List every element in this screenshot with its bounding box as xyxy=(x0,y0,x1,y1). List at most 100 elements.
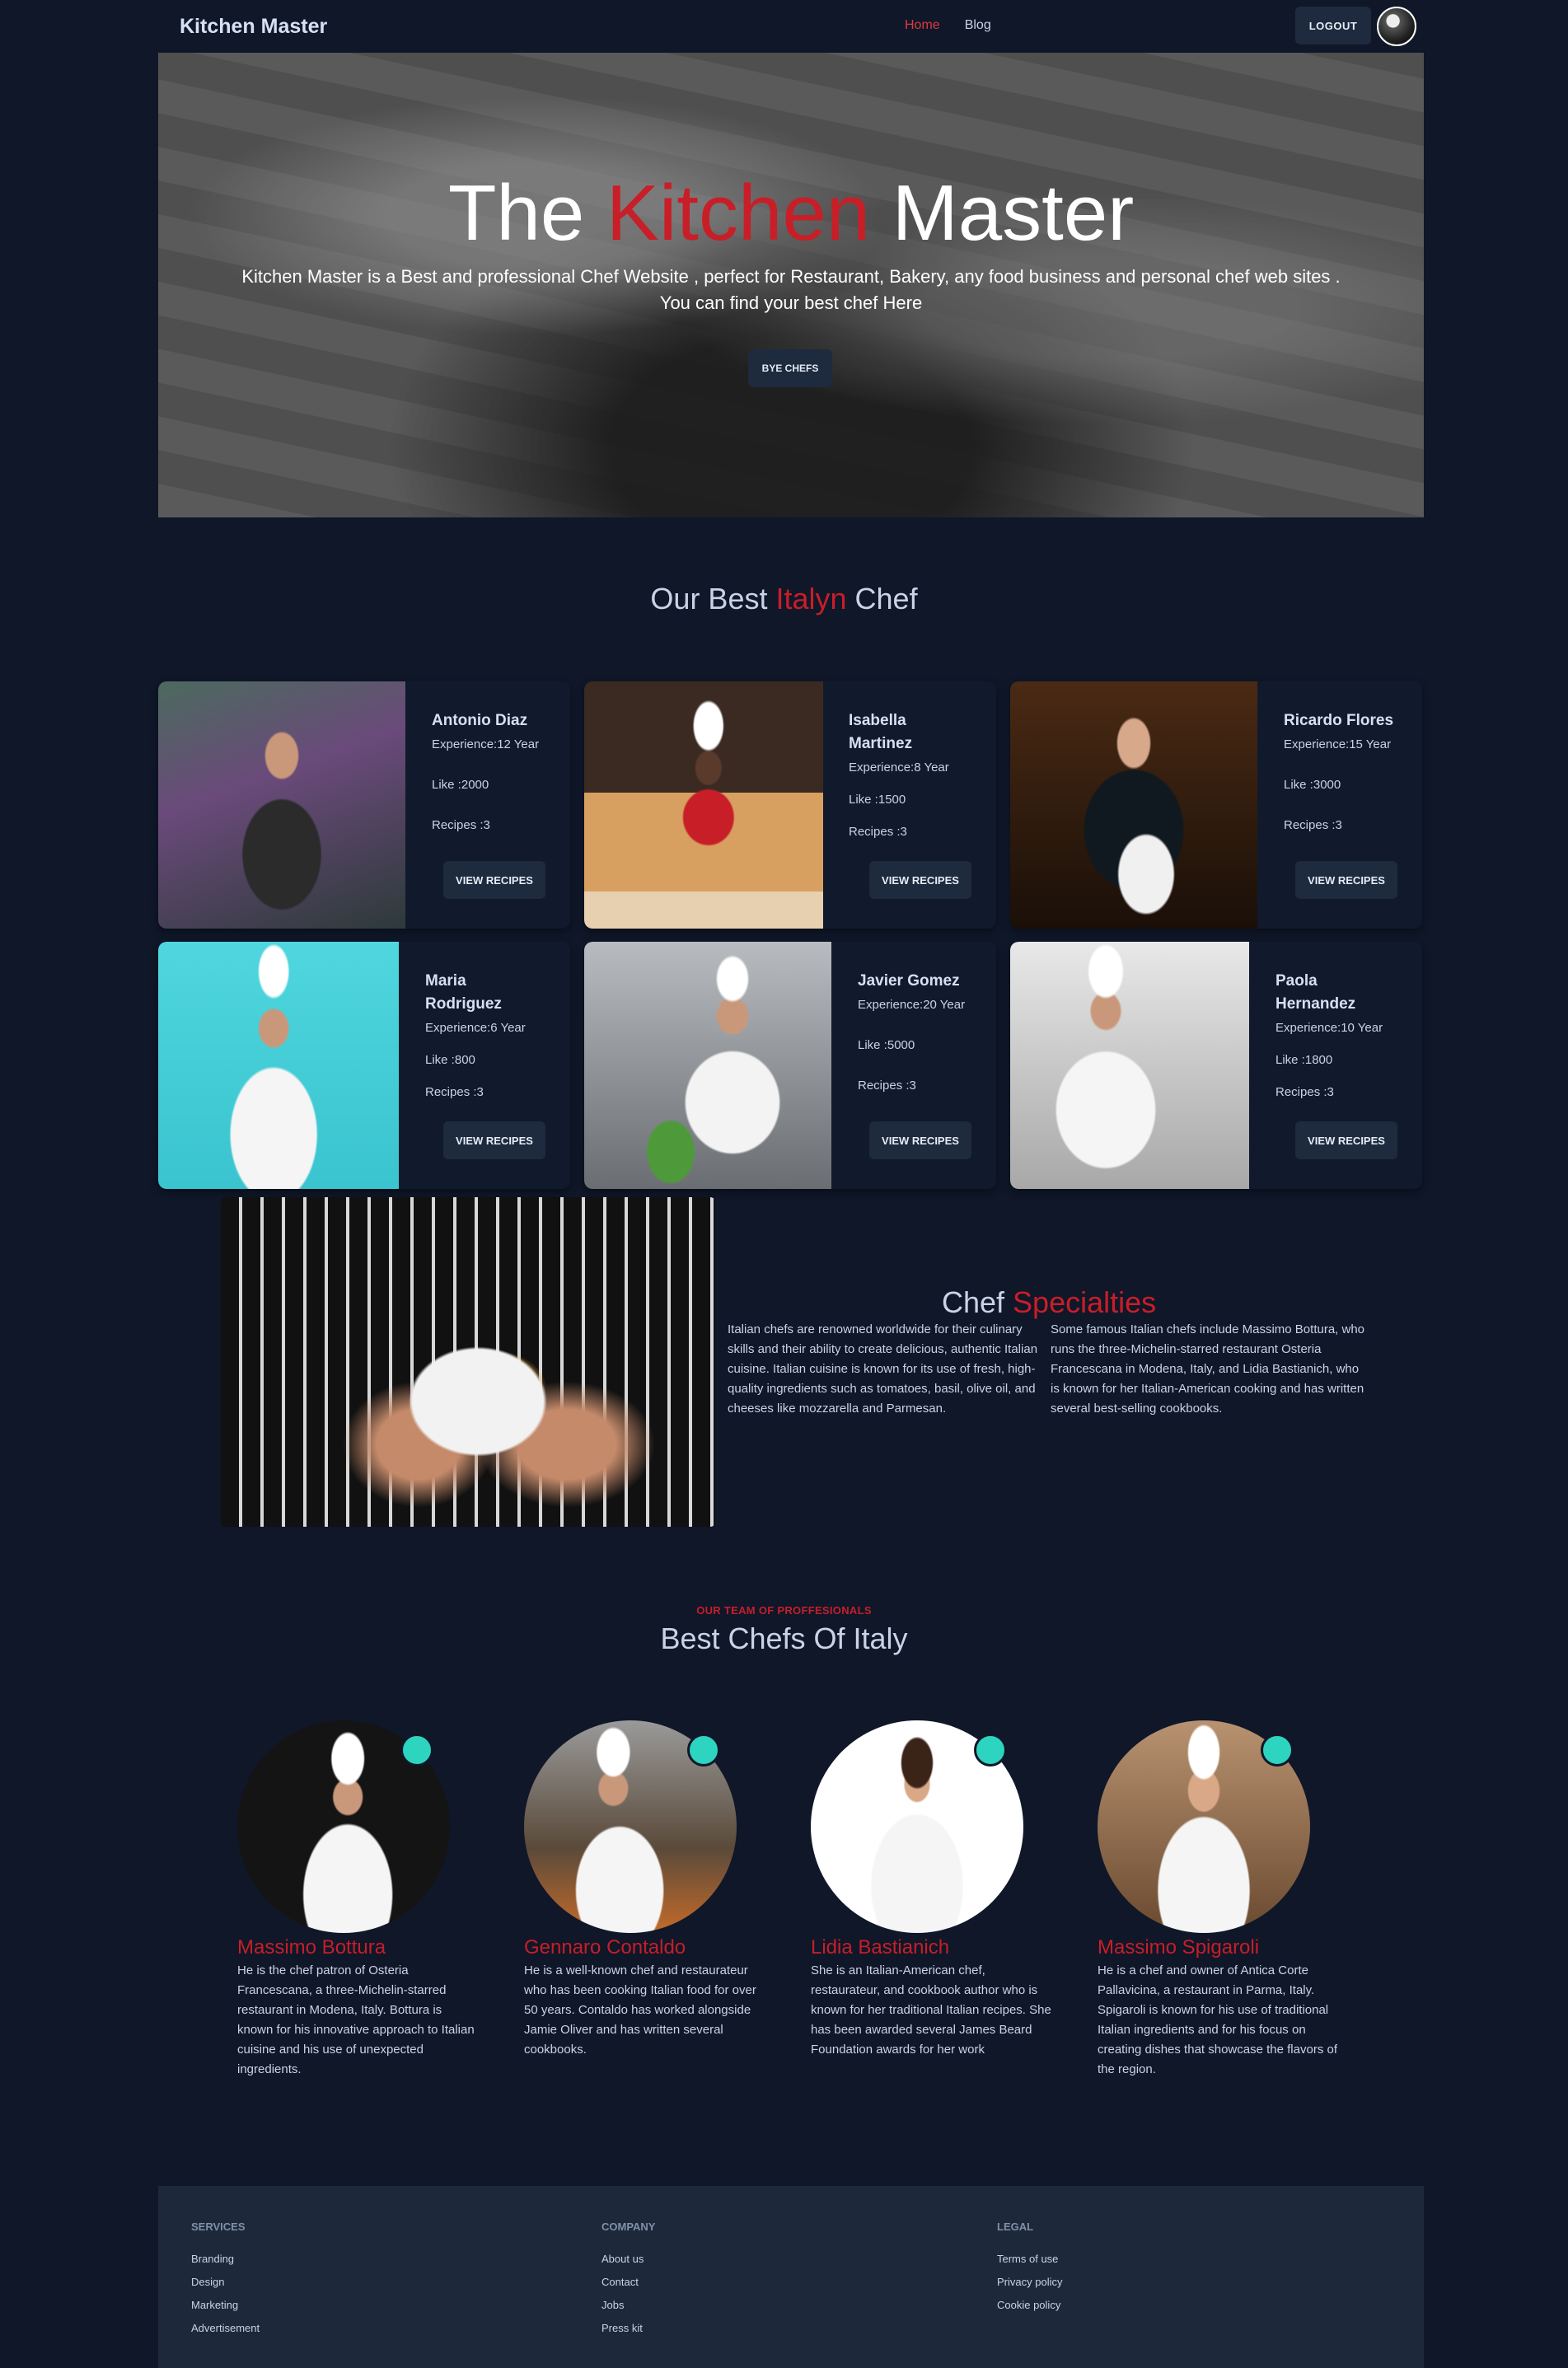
footer: SERVICES Branding Design Marketing Adver… xyxy=(158,2186,1424,2368)
chef-likes: Like :3000 xyxy=(1284,778,1341,792)
hero-title: The Kitchen Master xyxy=(158,168,1424,259)
heading-highlight: Italyn xyxy=(775,582,847,615)
hero-title-part: Master xyxy=(870,169,1135,257)
chef-experience: Experience:8 Year xyxy=(849,760,949,775)
footer-link[interactable]: Branding xyxy=(191,2248,260,2271)
status-dot xyxy=(974,1734,1007,1767)
chef-experience: Experience:15 Year xyxy=(1284,737,1392,751)
chef-name: Paola Hernandez xyxy=(1275,972,1356,1013)
footer-link[interactable]: About us xyxy=(601,2248,655,2271)
view-recipes-button[interactable]: VIEW RECIPES xyxy=(443,1121,545,1159)
chef-name: Antonio Diaz xyxy=(432,712,528,729)
buy-chefs-button[interactable]: BYE CHEFS xyxy=(748,349,832,387)
chef-likes: Like :2000 xyxy=(432,778,489,792)
member-bio: He is the chef patron of Osteria Frances… xyxy=(237,1963,475,2076)
user-avatar[interactable] xyxy=(1377,7,1416,46)
footer-column-company: COMPANY About us Contact Jobs Press kit xyxy=(601,2221,655,2340)
status-dot xyxy=(687,1734,720,1767)
chef-card: Isabella Martinez Experience:8 Year Like… xyxy=(584,681,996,929)
footer-heading: SERVICES xyxy=(191,2221,246,2233)
hero-subtitle: Kitchen Master is a Best and professiona… xyxy=(191,264,1391,316)
view-recipes-button[interactable]: VIEW RECIPES xyxy=(1295,861,1397,899)
chef-recipes: Recipes :3 xyxy=(849,825,907,839)
footer-link[interactable]: Privacy policy xyxy=(997,2271,1062,2294)
chef-recipes: Recipes :3 xyxy=(425,1085,484,1099)
chef-photo xyxy=(584,942,831,1189)
chef-likes: Like :5000 xyxy=(858,1038,915,1052)
footer-link[interactable]: Marketing xyxy=(191,2294,260,2317)
footer-column-services: SERVICES Branding Design Marketing Adver… xyxy=(191,2221,260,2340)
nav-links: Home Blog xyxy=(905,18,991,33)
chef-photo xyxy=(584,681,823,929)
chef-likes: Like :800 xyxy=(425,1053,475,1067)
view-recipes-button[interactable]: VIEW RECIPES xyxy=(869,1121,971,1159)
footer-link[interactable]: Cookie policy xyxy=(997,2294,1062,2317)
footer-link[interactable]: Terms of use xyxy=(997,2248,1062,2271)
footer-link[interactable]: Jobs xyxy=(601,2294,655,2317)
specialties-paragraph: Italian chefs are renowned worldwide for… xyxy=(728,1322,1038,1416)
view-recipes-button[interactable]: VIEW RECIPES xyxy=(1295,1121,1397,1159)
best-chef-heading: Our Best Italyn Chef xyxy=(0,582,1568,616)
view-recipes-button[interactable]: VIEW RECIPES xyxy=(443,861,545,899)
footer-heading: COMPANY xyxy=(601,2221,656,2233)
footer-heading: LEGAL xyxy=(997,2221,1034,2233)
chef-name: Isabella Martinez xyxy=(849,712,913,752)
chef-experience: Experience:6 Year xyxy=(425,1021,526,1035)
member-name: Lidia Bastianich xyxy=(811,1936,950,1959)
hero-subtitle-line: Kitchen Master is a Best and professiona… xyxy=(241,266,1341,287)
heading-part: Chef xyxy=(846,582,918,615)
team-kicker: OUR TEAM OF PROFFESIONALS xyxy=(696,1604,872,1617)
chef-photo xyxy=(1010,942,1249,1189)
chef-photo xyxy=(158,942,399,1189)
footer-column-legal: LEGAL Terms of use Privacy policy Cookie… xyxy=(997,2221,1062,2317)
member-bio: He is a chef and owner of Antica Corte P… xyxy=(1098,1963,1337,2076)
chef-name: Javier Gomez xyxy=(858,972,960,990)
nav-link-blog[interactable]: Blog xyxy=(965,18,991,33)
chef-recipes: Recipes :3 xyxy=(858,1079,916,1093)
chef-experience: Experience:12 Year xyxy=(432,737,540,751)
footer-link[interactable]: Advertisement xyxy=(191,2317,260,2340)
member-name: Massimo Bottura xyxy=(237,1936,386,1959)
title-part: Chef xyxy=(942,1285,1013,1319)
heading-part: Our Best xyxy=(650,582,776,615)
hero-title-highlight: Kitchen xyxy=(606,169,871,257)
chef-recipes: Recipes :3 xyxy=(432,818,490,832)
logout-button[interactable]: LOGOUT xyxy=(1295,7,1371,44)
specialties-image xyxy=(221,1197,715,1527)
member-name: Massimo Spigaroli xyxy=(1098,1936,1260,1959)
chef-card: Paola Hernandez Experience:10 Year Like … xyxy=(1010,942,1422,1189)
footer-link[interactable]: Design xyxy=(191,2271,260,2294)
member-name: Gennaro Contaldo xyxy=(524,1936,686,1959)
chef-photo xyxy=(158,681,405,929)
chef-experience: Experience:10 Year xyxy=(1275,1021,1383,1035)
chef-recipes: Recipes :3 xyxy=(1284,818,1342,832)
chef-card: Maria Rodriguez Experience:6 Year Like :… xyxy=(158,942,570,1189)
chef-recipes: Recipes :3 xyxy=(1275,1085,1334,1099)
chef-card: Javier Gomez Experience:20 Year Like :50… xyxy=(584,942,996,1189)
team-heading: Best Chefs Of Italy xyxy=(660,1622,908,1655)
chef-card: Antonio Diaz Experience:12 Year Like :20… xyxy=(158,681,570,929)
chef-likes: Like :1500 xyxy=(849,793,906,807)
chef-name: Maria Rodriguez xyxy=(425,972,502,1013)
status-dot xyxy=(400,1734,433,1767)
nav-link-home[interactable]: Home xyxy=(905,18,940,33)
view-recipes-button[interactable]: VIEW RECIPES xyxy=(869,861,971,899)
member-bio: She is an Italian-American chef, restaur… xyxy=(811,1963,1051,2057)
specialties-title: Chef Specialties xyxy=(942,1285,1271,1320)
chef-experience: Experience:20 Year xyxy=(858,998,966,1012)
chef-card: Ricardo Flores Experience:15 Year Like :… xyxy=(1010,681,1422,929)
hero-title-part: The xyxy=(447,169,606,257)
brand-logo[interactable]: Kitchen Master xyxy=(180,15,327,39)
chef-photo xyxy=(1010,681,1257,929)
chef-likes: Like :1800 xyxy=(1275,1053,1333,1067)
footer-link[interactable]: Press kit xyxy=(601,2317,655,2340)
specialties-paragraph: Some famous Italian chefs include Massim… xyxy=(1051,1322,1365,1416)
top-navbar: Kitchen Master Home Blog LOGOUT xyxy=(158,0,1424,53)
chef-name: Ricardo Flores xyxy=(1284,712,1394,729)
title-highlight: Specialties xyxy=(1013,1285,1157,1319)
hero-banner: The Kitchen Master Kitchen Master is a B… xyxy=(158,53,1424,517)
member-bio: He is a well-known chef and restaurateur… xyxy=(524,1963,756,2057)
footer-link[interactable]: Contact xyxy=(601,2271,655,2294)
status-dot xyxy=(1261,1734,1294,1767)
hero-subtitle-line: You can find your best chef Here xyxy=(659,292,923,313)
